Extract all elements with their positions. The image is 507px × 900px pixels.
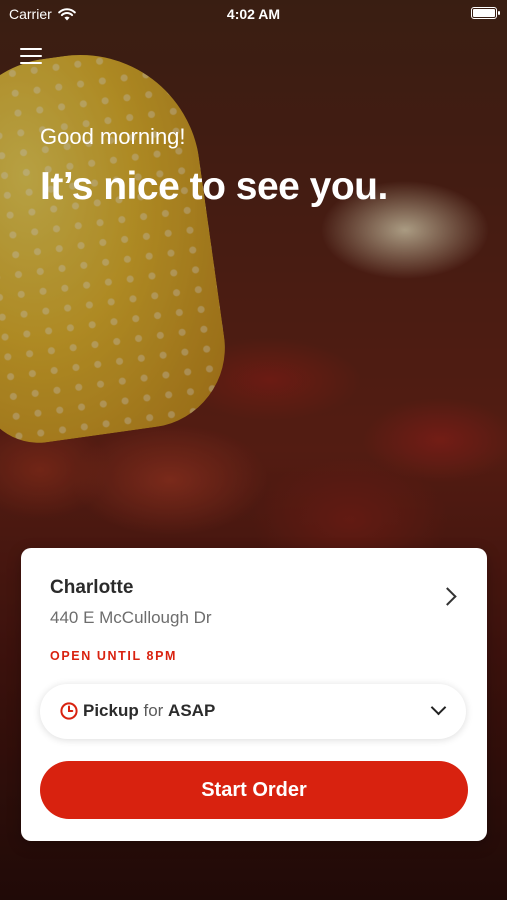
- chevron-right-icon: [438, 587, 457, 606]
- order-mode-connector: for: [138, 701, 169, 720]
- status-bar: Carrier 4:02 AM: [0, 0, 507, 28]
- store-name: Charlotte: [50, 577, 134, 598]
- clock-icon: [60, 702, 78, 720]
- order-mode-value: Pickup: [83, 701, 139, 720]
- status-time: 4:02 AM: [226, 6, 281, 22]
- order-mode-dropdown[interactable]: Pickup for ASAP: [40, 684, 466, 739]
- chevron-down-icon: [430, 699, 447, 716]
- battery-level: [473, 9, 495, 17]
- order-timing-value: ASAP: [168, 701, 216, 720]
- hamburger-menu-icon[interactable]: [20, 48, 42, 68]
- headline-text: It’s nice to see you.: [40, 165, 388, 208]
- store-hours: OPEN UNTIL 8PM: [50, 649, 178, 663]
- store-card: Charlotte 440 E McCullough Dr OPEN UNTIL…: [21, 548, 487, 841]
- store-address: 440 E McCullough Dr: [50, 608, 212, 627]
- greeting-text: Good morning!: [40, 124, 186, 149]
- order-mode-label: Pickup for ASAP: [83, 701, 215, 721]
- store-selector[interactable]: Charlotte 440 E McCullough Dr: [21, 548, 487, 638]
- battery-icon: [471, 7, 500, 19]
- start-order-button[interactable]: Start Order: [40, 761, 468, 819]
